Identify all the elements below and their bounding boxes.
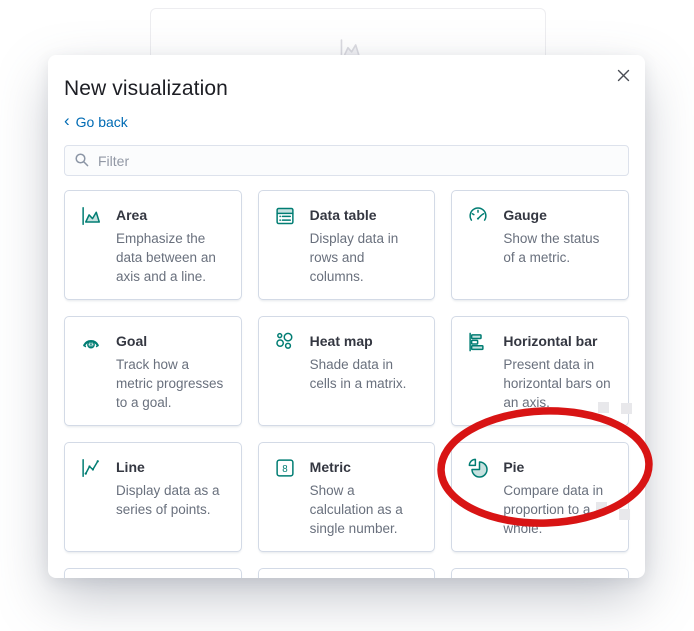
area-icon — [79, 204, 103, 228]
card-description: Track how a metric progresses to a goal. — [116, 357, 224, 410]
card-goal[interactable]: Goal Track how a metric progresses to a … — [64, 316, 242, 426]
card-timelion[interactable]: Timelion Show time series data on a grap… — [257, 568, 436, 578]
chevron-left-icon: ‹ — [64, 111, 70, 130]
card-description: Shade data in cells in a matrix. — [309, 357, 407, 391]
checker-artifact — [596, 502, 607, 513]
card-title: Area — [116, 207, 148, 223]
card-description: Emphasize the data between an axis and a… — [116, 231, 216, 284]
modal-title: New visualization — [64, 77, 228, 100]
checker-artifact — [621, 403, 632, 414]
card-heat-map[interactable]: Heat map Shade data in cells in a matrix… — [257, 316, 436, 426]
filter-input[interactable] — [64, 145, 629, 176]
card-title: Pie — [503, 459, 525, 475]
heat-map-icon — [273, 330, 297, 354]
card-description: Display data as a series of points. — [116, 483, 220, 517]
card-area[interactable]: Area Emphasize the data between an axis … — [64, 190, 242, 300]
search-icon — [75, 153, 89, 167]
card-tag-cloud[interactable]: Tag cloud Display word frequency with fo… — [64, 568, 242, 578]
card-title: Heat map — [309, 333, 373, 349]
goal-icon — [79, 330, 103, 354]
card-description: Show the status of a metric. — [503, 231, 600, 265]
card-title: Gauge — [503, 207, 547, 223]
data-table-icon — [273, 204, 297, 228]
card-title: Metric — [309, 459, 351, 475]
go-back-label: Go back — [75, 114, 128, 130]
card-gauge[interactable]: Gauge Show the status of a metric. — [451, 190, 629, 300]
card-title: Data table — [309, 207, 377, 223]
visualization-grid: Area Emphasize the data between an axis … — [64, 190, 629, 578]
line-icon — [79, 456, 103, 480]
go-back-link[interactable]: ‹ Go back — [64, 111, 128, 130]
metric-icon — [273, 456, 297, 480]
gauge-icon — [466, 204, 490, 228]
card-vertical-bar[interactable]: Vertical bar Present data in vertical ba… — [451, 568, 629, 578]
card-title: Line — [116, 459, 145, 475]
checker-artifact — [598, 402, 609, 413]
card-description: Display data in rows and columns. — [309, 231, 399, 284]
card-description: Show a calculation as a single number. — [309, 483, 403, 536]
checker-artifact — [619, 509, 630, 520]
card-line[interactable]: Line Display data as a series of points. — [64, 442, 242, 552]
card-title: Horizontal bar — [503, 333, 598, 349]
card-pie[interactable]: Pie Compare data in proportion to a whol… — [451, 442, 629, 552]
card-data-table[interactable]: Data table Display data in rows and colu… — [257, 190, 436, 300]
card-title: Goal — [116, 333, 148, 349]
card-metric[interactable]: Metric Show a calculation as a single nu… — [257, 442, 436, 552]
horizontal-bar-icon — [466, 330, 490, 354]
close-icon[interactable] — [613, 65, 633, 85]
pie-icon — [466, 456, 490, 480]
new-visualization-modal: New visualization ‹ Go back Area Emphasi… — [48, 55, 645, 578]
